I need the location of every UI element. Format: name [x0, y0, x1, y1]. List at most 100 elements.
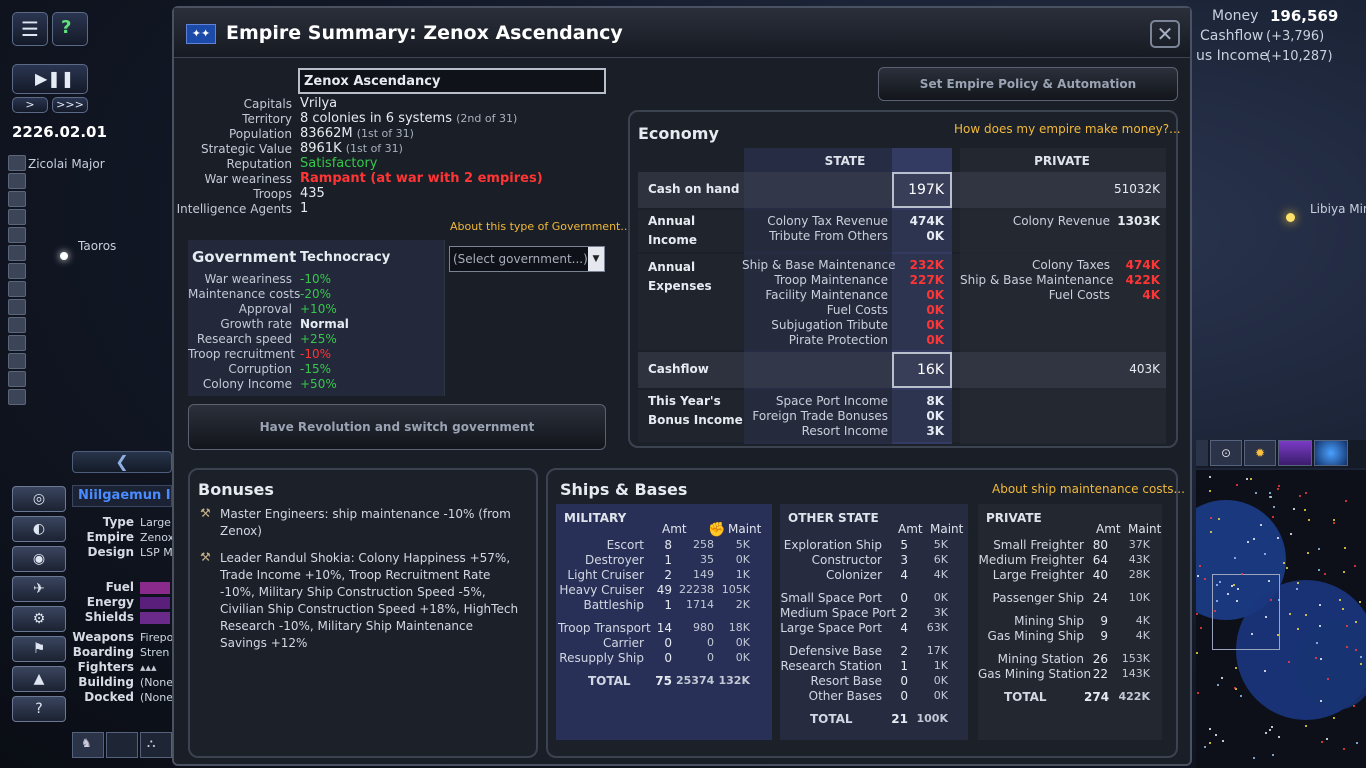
menu-button[interactable]: ☰: [12, 12, 48, 46]
ship-type-amt: 80: [1092, 538, 1108, 552]
ship-help-button[interactable]: ?: [12, 696, 66, 722]
minimap-star: [1297, 582, 1299, 584]
star-libiya[interactable]: [1286, 213, 1295, 222]
ship-type-maint: 0K: [735, 651, 750, 664]
view-stars-button[interactable]: ✹: [1244, 440, 1276, 466]
character-filter-icon[interactable]: [8, 353, 26, 369]
research-filter-icon[interactable]: [8, 245, 26, 261]
chevron-down-icon[interactable]: ▼: [588, 247, 604, 271]
minimap-star: [1319, 604, 1321, 606]
economy-line-value: 232K: [909, 258, 944, 272]
ship-type-name: Mining Ship: [1014, 614, 1084, 628]
minimap-star: [1293, 508, 1295, 510]
minimap-star: [1354, 565, 1356, 567]
government-select[interactable]: (Select government...) ▼: [449, 246, 605, 272]
ship-type-name: Troop Transport: [558, 621, 651, 635]
help-button[interactable]: ?: [52, 12, 88, 46]
ship-type-amt: 0: [664, 636, 672, 650]
minimap-star: [1355, 621, 1357, 623]
minimap-star: [1277, 634, 1279, 636]
ship-filter-icon[interactable]: [8, 173, 26, 189]
pin-filter-icon[interactable]: [8, 389, 26, 405]
population-text: 83662M: [300, 126, 353, 141]
close-button[interactable]: ✕: [1150, 20, 1180, 48]
economy-help-link[interactable]: How does my empire make money?...: [954, 122, 1181, 136]
ship-settings-button[interactable]: ⚙: [12, 606, 66, 632]
minimap-star: [1305, 614, 1307, 616]
ship-total-maint: 100K: [916, 712, 949, 725]
ship-planet-button[interactable]: ◐: [12, 516, 66, 542]
speed-fast-button[interactable]: >>>: [52, 97, 88, 113]
ship-shields-bar: [140, 612, 170, 624]
gear-filter-icon[interactable]: [8, 227, 26, 243]
resource-filter-icon[interactable]: [8, 281, 26, 297]
star-taoros[interactable]: [60, 252, 68, 260]
military-amt-header: Amt: [662, 522, 687, 536]
base-filter-icon[interactable]: [8, 191, 26, 207]
speed-slow-button[interactable]: >: [12, 97, 48, 113]
minimap-star: [1246, 478, 1248, 480]
galaxy-minimap[interactable]: [1196, 470, 1366, 768]
view-galaxy-button[interactable]: [1314, 440, 1348, 466]
revolution-button[interactable]: Have Revolution and switch government: [188, 404, 606, 450]
flag-filter-icon[interactable]: [8, 317, 26, 333]
ship-view-button[interactable]: ◉: [12, 546, 66, 572]
planet-filter-icon[interactable]: [8, 155, 26, 171]
ship-cargo-button[interactable]: ⛬: [140, 732, 172, 758]
maintenance-help-link[interactable]: About ship maintenance costs...: [992, 482, 1185, 496]
bonus-text: Master Engineers: ship maintenance -10% …: [220, 507, 511, 538]
view-planets-button[interactable]: [1196, 440, 1208, 466]
minimap-star: [1264, 670, 1266, 672]
state-header: STATE: [824, 154, 866, 168]
minimap-star: [1253, 538, 1255, 540]
empire-name-input[interactable]: [298, 68, 606, 94]
ship-total-amt: 21: [891, 712, 908, 726]
view-nebula-button[interactable]: [1278, 440, 1312, 466]
economy-line-label: Facility Maintenance: [765, 288, 888, 302]
minimap-star: [1260, 524, 1262, 526]
troop-filter-icon[interactable]: [8, 335, 26, 351]
economy-line-value: 0K: [926, 409, 944, 423]
minimap-star: [1269, 492, 1271, 494]
about-government-link[interactable]: About this type of Government...: [450, 220, 631, 233]
ship-type-name: Constructor: [811, 553, 882, 567]
ship-move-button[interactable]: ✈: [12, 576, 66, 602]
target-icon: ◎: [32, 491, 46, 507]
ship-total-label: TOTAL: [588, 674, 631, 688]
ship-type-maint: 2K: [735, 598, 750, 611]
minimap-star: [1277, 488, 1279, 490]
ship-building-value: (None: [140, 676, 172, 689]
collapse-panel-button[interactable]: ❮: [72, 451, 172, 473]
ship-type-name: Medium Space Port: [780, 606, 896, 620]
bonuses-title: Bonuses: [198, 480, 274, 499]
ship-slot-button[interactable]: [106, 732, 138, 758]
ship-target-button[interactable]: ◎: [12, 486, 66, 512]
ship-total-label: TOTAL: [810, 712, 853, 726]
play-pause-button[interactable]: ▶❚❚: [12, 64, 88, 94]
bonus-label: This Year's Bonus Income: [648, 394, 743, 427]
minimap-star: [1318, 548, 1320, 550]
ship-type-amt: 49: [656, 583, 672, 597]
ship-type-maint: 28K: [1128, 568, 1150, 581]
private-maint-header: Maint: [1128, 522, 1162, 536]
minimap-star: [1199, 565, 1201, 567]
minimap-viewport[interactable]: [1212, 574, 1280, 650]
spy-filter-icon[interactable]: [8, 371, 26, 387]
ship-portrait-button[interactable]: ♞: [72, 732, 104, 758]
minimap-star: [1196, 613, 1198, 615]
ship-weapons-label: Weapons: [72, 630, 134, 644]
fleet-filter-icon[interactable]: [8, 209, 26, 225]
ship-fleet-button[interactable]: ▲: [12, 666, 66, 692]
minimap-star: [1247, 541, 1249, 543]
ship-total-maint: 132K: [718, 674, 751, 687]
trade-filter-icon[interactable]: [8, 299, 26, 315]
economy-line-label: Fuel Costs: [826, 303, 888, 317]
minimap-star: [1236, 600, 1238, 602]
ship-flag-button[interactable]: ⚑: [12, 636, 66, 662]
economy-line-value: 4K: [1142, 288, 1160, 302]
minimap-star: [1265, 616, 1267, 618]
empire-policy-button[interactable]: Set Empire Policy & Automation: [878, 67, 1178, 101]
government-type: Technocracy: [300, 250, 391, 265]
alert-filter-icon[interactable]: [8, 263, 26, 279]
view-orbit-button[interactable]: ⊙: [1210, 440, 1242, 466]
